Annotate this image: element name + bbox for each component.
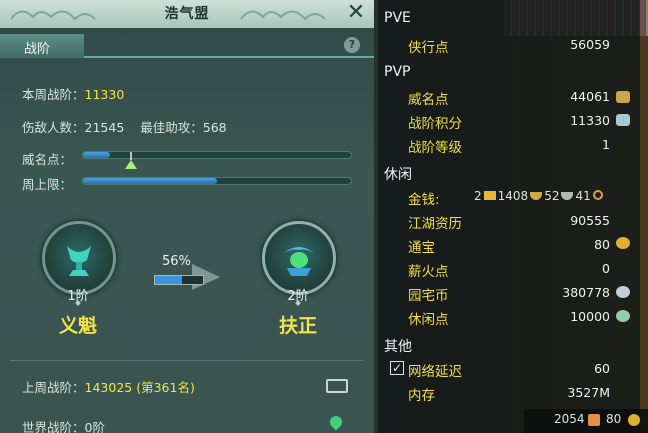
- stat-value: 10000: [570, 309, 610, 324]
- footer-value-2: 80: [606, 412, 622, 426]
- rank-progress-bar: [154, 275, 204, 285]
- prestige-icon: [616, 91, 630, 103]
- weekly-rank-label: 本周战阶：: [22, 87, 85, 102]
- section-idle: 休闲: [384, 167, 412, 183]
- weekly-rank-value: 11330: [84, 87, 125, 102]
- divider: [10, 360, 364, 361]
- latency-checkbox[interactable]: ✓: [390, 361, 404, 375]
- stat-value: 0: [602, 261, 610, 276]
- ornament-cup-icon: [283, 247, 315, 276]
- stat-label: 战阶积分: [408, 116, 462, 132]
- stat-label: 休闲点: [408, 312, 449, 328]
- last-week-label: 上周战阶：: [22, 380, 85, 395]
- stat-label: 薪火点: [408, 264, 449, 280]
- stat-value: 80: [594, 237, 610, 252]
- tongbao-coin-icon: [628, 414, 640, 426]
- title-bar: 浩气盟 ✕: [0, 0, 374, 28]
- prestige-marker-icon: [125, 152, 137, 169]
- section-pvp: PVP: [384, 64, 411, 80]
- rank-progress: 56%: [152, 254, 222, 290]
- stat-label: 通宝: [408, 240, 435, 256]
- stat-label: 内存: [408, 388, 435, 404]
- last-week-value: 143025 (第361名): [84, 380, 195, 395]
- next-rank-name: 扶正: [278, 315, 317, 337]
- stat-label: 侠行点: [408, 40, 449, 56]
- copper-ingot-icon: [561, 192, 574, 200]
- bronze-value: 41: [575, 189, 591, 203]
- cap-label: 周上限：: [22, 177, 73, 192]
- stat-label: 园宅币: [408, 288, 449, 304]
- gold-value: 2: [474, 189, 482, 203]
- prestige-bar-fill: [83, 152, 110, 158]
- window-title: 浩气盟: [164, 6, 210, 22]
- stat-label: 网络延迟: [408, 364, 462, 380]
- section-pve: PVE: [384, 10, 411, 26]
- stat-value: 11330: [570, 113, 610, 128]
- rank-point-icon: [616, 114, 630, 126]
- stat-label: 战阶等级: [408, 140, 462, 156]
- section-other: 其他: [384, 339, 412, 355]
- tab-bar: 战阶 ?: [0, 34, 374, 58]
- next-rank-medal[interactable]: [262, 221, 336, 295]
- currency-overlay: PVE 侠行点 56059 PVP 威名点 44061 战阶积分 11330 战…: [374, 0, 648, 433]
- cap-bar-fill: [83, 178, 217, 184]
- stat-label: 金钱:: [408, 192, 440, 208]
- stat-value: 56059: [570, 37, 610, 52]
- stat-value: 1: [602, 137, 610, 152]
- coin-icon: [592, 190, 603, 200]
- copper-value: 52: [544, 189, 560, 203]
- alliance-rank-panel: 浩气盟 ✕ 战阶 ? 本周战阶：11330 伤敌人数：21545 最佳助攻：56…: [0, 0, 374, 433]
- footer-bar: 2054 80: [524, 409, 648, 433]
- location-pin-icon[interactable]: [327, 413, 345, 431]
- chalice-icon: [67, 246, 91, 276]
- assist-label: 最佳助攻：: [140, 120, 203, 135]
- kills-row: 伤敌人数：21545 最佳助攻：568: [22, 117, 227, 136]
- boot-icon: [588, 414, 600, 426]
- tab-rank[interactable]: 战阶: [0, 34, 84, 58]
- world-rank-value: 0阶: [84, 420, 105, 433]
- assist-value: 568: [202, 120, 227, 135]
- gold-ingot-icon: [483, 191, 496, 200]
- tongbao-coin-icon: [616, 237, 630, 249]
- cap-bar: [82, 177, 352, 185]
- silver-value: 1408: [497, 189, 529, 203]
- stat-value: 380778: [562, 285, 610, 300]
- stat-value: 44061: [570, 89, 610, 104]
- stat-value: 60: [594, 361, 610, 376]
- current-rank-name: 义魁: [58, 315, 97, 337]
- stat-label: 江湖资历: [408, 216, 462, 232]
- rank-progress-fill: [155, 276, 182, 284]
- prestige-bar: [82, 151, 352, 159]
- footer-value-1: 2054: [554, 412, 585, 426]
- mail-icon[interactable]: [326, 379, 348, 393]
- rank-progress-percent: 56%: [162, 254, 191, 269]
- last-week-row: 上周战阶：143025 (第361名): [22, 377, 195, 396]
- leisure-point-icon: [616, 310, 630, 322]
- current-rank-medal[interactable]: [42, 221, 116, 295]
- weekly-rank-row: 本周战阶：11330: [22, 84, 124, 103]
- close-icon[interactable]: ✕: [344, 2, 368, 26]
- currency-list: PVE 侠行点 56059 PVP 威名点 44061 战阶积分 11330 战…: [378, 0, 640, 433]
- kills-label: 伤敌人数：: [22, 120, 85, 135]
- stat-value: 3527M: [567, 385, 610, 400]
- world-rank-row: 世界战阶：0阶: [22, 417, 105, 433]
- kills-value: 21545: [84, 120, 125, 135]
- home-coin-icon: [616, 286, 630, 298]
- prestige-label: 威名点：: [22, 152, 73, 167]
- silver-ingot-icon: [530, 192, 543, 200]
- money-row: 2 1408 52 41: [474, 189, 603, 203]
- world-rank-label: 世界战阶：: [22, 420, 85, 433]
- help-icon[interactable]: ?: [344, 37, 360, 53]
- stat-value: 90555: [570, 213, 610, 228]
- stat-label: 威名点: [408, 92, 449, 108]
